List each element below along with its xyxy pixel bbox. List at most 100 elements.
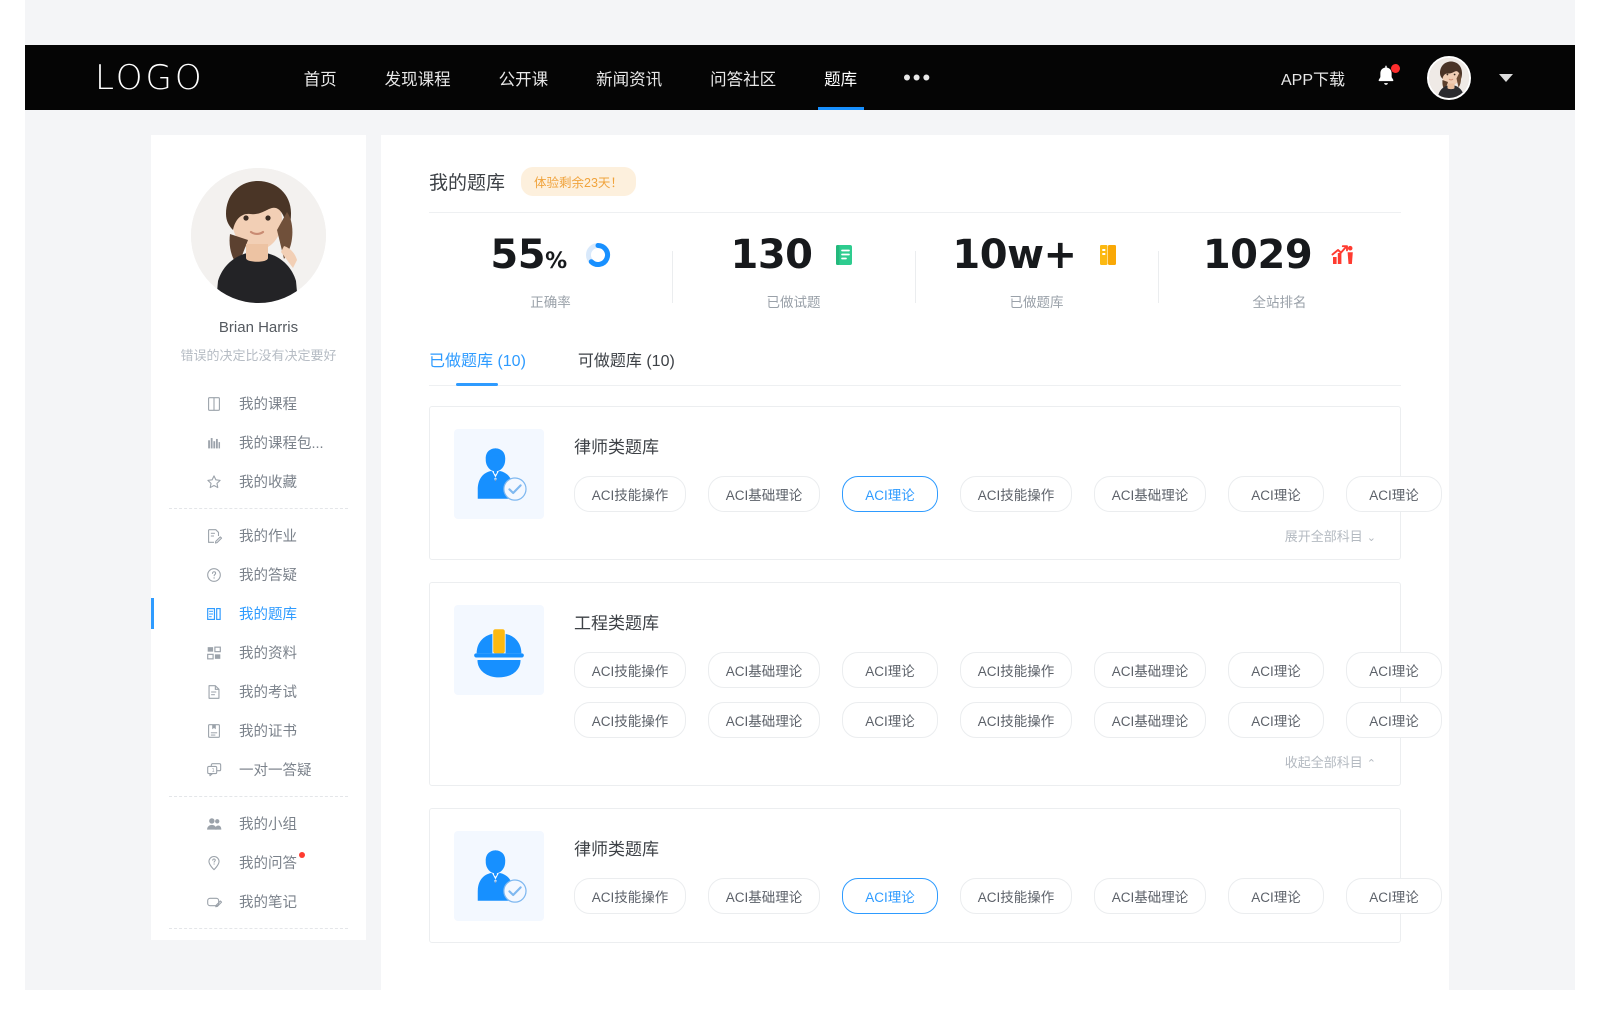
notification-bell-button[interactable] bbox=[1373, 64, 1399, 92]
subject-tag[interactable]: ACI技能操作 bbox=[960, 652, 1072, 688]
sidebar-item-5[interactable]: 我的答疑 bbox=[151, 555, 366, 594]
toggle-subjects-label: 展开全部科目 bbox=[1285, 529, 1363, 544]
card-thumbnail bbox=[454, 605, 544, 695]
subject-tag[interactable]: ACI基础理论 bbox=[1094, 702, 1206, 738]
stat-top: 1029 bbox=[1203, 235, 1356, 275]
tab-label: 可做题库 (10) bbox=[578, 353, 675, 370]
page-title: 我的题库 bbox=[429, 168, 505, 195]
subject-tag[interactable]: ACI技能操作 bbox=[960, 476, 1072, 512]
stat-card-2: 10w+ 已做题库 bbox=[915, 235, 1158, 311]
main-panel: 我的题库 体验剩余23天！ 55% 正确率 130 已做试题 10w+ bbox=[381, 135, 1449, 1035]
sidebar-item-label: 我的小组 bbox=[239, 813, 297, 834]
subject-tag[interactable]: ACI基础理论 bbox=[1094, 476, 1206, 512]
red-rank-icon bbox=[1330, 242, 1356, 268]
sidebar-item-10[interactable]: 1 一对一答疑 bbox=[151, 750, 366, 789]
user-avatar[interactable] bbox=[1427, 56, 1471, 100]
subject-tag[interactable]: ACI理论 bbox=[1228, 476, 1324, 512]
toggle-subjects-button[interactable]: 展开全部科目⌄ bbox=[574, 526, 1376, 545]
subject-tag[interactable]: ACI基础理论 bbox=[1094, 878, 1206, 914]
subject-tag[interactable]: ACI理论 bbox=[1228, 652, 1324, 688]
sidebar-item-label: 一对一答疑 bbox=[239, 759, 312, 780]
sidebar-divider bbox=[169, 796, 348, 797]
tab-1[interactable]: 可做题库 (10) bbox=[578, 347, 675, 385]
subject-tag[interactable]: ACI理论 bbox=[842, 702, 938, 738]
subject-tag[interactable]: ACI理论 bbox=[1346, 652, 1442, 688]
subject-tag[interactable]: ACI技能操作 bbox=[960, 878, 1072, 914]
sidebar-item-12[interactable]: 我的小组 bbox=[151, 804, 366, 843]
subject-tag[interactable]: ACI理论 bbox=[842, 652, 938, 688]
nav-item-2[interactable]: 公开课 bbox=[475, 45, 573, 110]
nav-more-icon[interactable]: ••• bbox=[881, 45, 954, 110]
question-bank-card-list: 律师类题库 ACI技能操作ACI基础理论ACI理论ACI技能操作ACI基础理论A… bbox=[429, 406, 1401, 943]
subject-tag[interactable]: ACI技能操作 bbox=[574, 878, 686, 914]
stat-value: 55% bbox=[490, 235, 566, 275]
stat-number: 130 bbox=[731, 232, 813, 278]
sidebar-avatar[interactable] bbox=[191, 168, 326, 303]
tag-rows: ACI技能操作 ACI基础理论 ACI理论 ACI技能操作 ACI基础理论 ACI理论 AC… bbox=[574, 652, 1376, 738]
sidebar-divider bbox=[169, 508, 348, 509]
subject-tag[interactable]: ACI理论 bbox=[1228, 878, 1324, 914]
star-icon bbox=[205, 473, 223, 491]
homework-icon bbox=[205, 527, 223, 545]
toggle-subjects-button[interactable]: 收起全部科目⌃ bbox=[574, 752, 1376, 771]
nav-item-5[interactable]: 题库 bbox=[800, 45, 881, 110]
sidebar-item-6[interactable]: 我的题库 bbox=[151, 594, 366, 633]
subject-tag[interactable]: ACI技能操作 bbox=[574, 652, 686, 688]
trial-status-badge: 体验剩余23天！ bbox=[521, 167, 636, 196]
main-nav: 首页发现课程公开课新闻资讯问答社区题库 bbox=[280, 45, 882, 110]
sidebar-item-label: 我的题库 bbox=[239, 603, 297, 624]
sidebar-item-2[interactable]: 我的收藏 bbox=[151, 462, 366, 501]
subject-tag[interactable]: ACI理论 bbox=[1346, 878, 1442, 914]
yellow-book-icon bbox=[1095, 242, 1121, 268]
sidebar-item-4[interactable]: 我的作业 bbox=[151, 516, 366, 555]
sidebar-item-14[interactable]: 我的笔记 bbox=[151, 882, 366, 921]
subject-tag[interactable]: ACI技能操作 bbox=[960, 702, 1072, 738]
subject-tag[interactable]: ACI基础理论 bbox=[1094, 652, 1206, 688]
card-body: 律师类题库 ACI技能操作ACI基础理论ACI理论ACI技能操作ACI基础理论A… bbox=[574, 429, 1376, 545]
nav-item-4[interactable]: 问答社区 bbox=[686, 45, 800, 110]
sidebar-item-1[interactable]: 我的课程包... bbox=[151, 423, 366, 462]
sidebar-avatar-image bbox=[191, 168, 326, 303]
stat-label: 已做题库 bbox=[1010, 291, 1064, 311]
sidebar-item-0[interactable]: 我的课程 bbox=[151, 384, 366, 423]
sidebar-item-13[interactable]: 我的问答 bbox=[151, 843, 366, 882]
nav-item-3[interactable]: 新闻资讯 bbox=[572, 45, 686, 110]
app-download-link[interactable]: APP下载 bbox=[1281, 66, 1345, 90]
sidebar-item-label: 我的资料 bbox=[239, 642, 297, 663]
subject-tag[interactable]: ACI技能操作 bbox=[574, 476, 686, 512]
nav-item-label: 新闻资讯 bbox=[596, 66, 662, 90]
question-circle-icon bbox=[205, 566, 223, 584]
subject-tag[interactable]: ACI理论 bbox=[842, 878, 938, 914]
site-logo[interactable]: LOGO bbox=[95, 58, 205, 98]
bookshelf-icon bbox=[205, 434, 223, 452]
subject-tag[interactable]: ACI理论 bbox=[1346, 702, 1442, 738]
sidebar-item-label: 我的作业 bbox=[239, 525, 297, 546]
sidebar-item-8[interactable]: 我的考试 bbox=[151, 672, 366, 711]
svg-text:1: 1 bbox=[212, 767, 215, 773]
sidebar-item-label: 我的答疑 bbox=[239, 564, 297, 585]
question-bank-card: 工程类题库 ACI技能操作ACI基础理论ACI理论ACI技能操作ACI基础理论A… bbox=[429, 582, 1401, 786]
stat-number: 10w+ bbox=[952, 232, 1076, 278]
sidebar-item-9[interactable]: 我的证书 bbox=[151, 711, 366, 750]
card-title: 工程类题库 bbox=[574, 609, 1376, 634]
tabs-row: 已做题库 (10) 可做题库 (10) bbox=[429, 347, 1401, 386]
subject-tag[interactable]: ACI基础理论 bbox=[708, 702, 820, 738]
chevron-down-icon[interactable] bbox=[1499, 74, 1513, 82]
sidebar-item-16[interactable]: 我的积分 bbox=[151, 936, 366, 940]
nav-item-0[interactable]: 首页 bbox=[280, 45, 361, 110]
bookshelf-icon bbox=[205, 434, 223, 452]
nav-item-1[interactable]: 发现课程 bbox=[361, 45, 475, 110]
sidebar-item-7[interactable]: 我的资料 bbox=[151, 633, 366, 672]
subject-tag[interactable]: ACI基础理论 bbox=[708, 652, 820, 688]
subject-tag[interactable]: ACI理论 bbox=[1346, 476, 1442, 512]
subject-tag[interactable]: ACI理论 bbox=[842, 476, 938, 512]
qa-pin-icon bbox=[205, 854, 223, 872]
tag-row: ACI技能操作ACI基础理论ACI理论ACI技能操作ACI基础理论ACI理论AC… bbox=[574, 702, 1376, 738]
subject-tag[interactable]: ACI理论 bbox=[1228, 702, 1324, 738]
note-icon bbox=[205, 893, 223, 911]
top-navigation-bar: LOGO 首页发现课程公开课新闻资讯问答社区题库 ••• APP下载 bbox=[25, 45, 1575, 110]
tab-0[interactable]: 已做题库 (10) bbox=[429, 347, 526, 385]
subject-tag[interactable]: ACI基础理论 bbox=[708, 476, 820, 512]
subject-tag[interactable]: ACI基础理论 bbox=[708, 878, 820, 914]
subject-tag[interactable]: ACI技能操作 bbox=[574, 702, 686, 738]
